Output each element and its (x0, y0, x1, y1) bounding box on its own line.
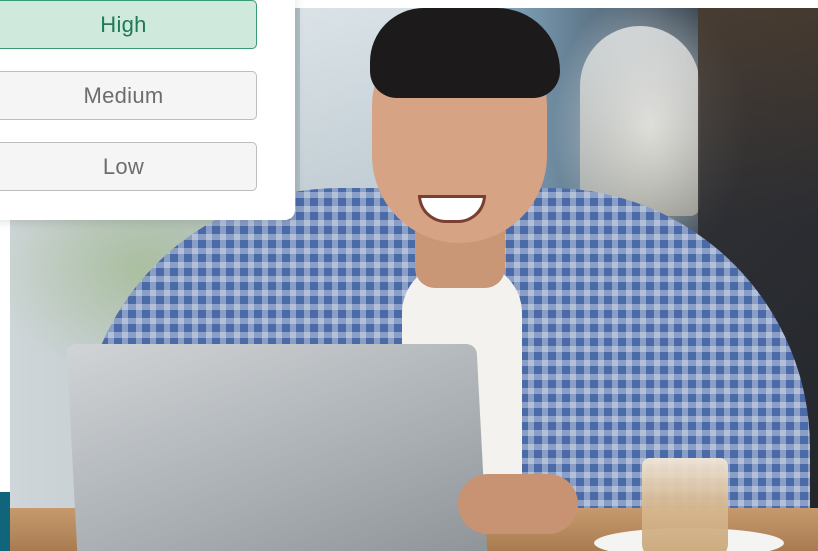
photo-laptop (66, 344, 488, 551)
priority-option-medium[interactable]: Medium (0, 71, 257, 120)
priority-option-low[interactable]: Low (0, 142, 257, 191)
teal-accent-bar (0, 492, 10, 551)
photo-lamp (580, 26, 700, 216)
photo-person-hair (370, 8, 560, 98)
photo-coffee-cup (642, 458, 728, 551)
photo-person-hand (458, 474, 578, 534)
priority-option-high[interactable]: High (0, 0, 257, 49)
